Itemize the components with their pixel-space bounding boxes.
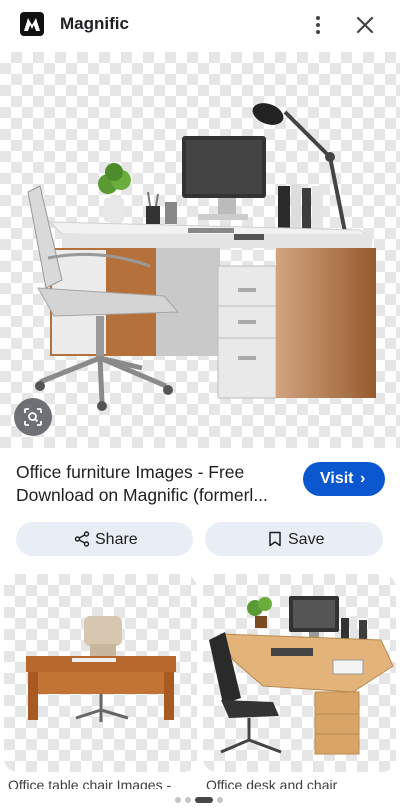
save-label: Save [288, 531, 325, 548]
office-desk-chair-thumbnail [209, 596, 394, 755]
page-dot [185, 797, 191, 803]
share-label: Share [95, 531, 138, 548]
page-dot-active [195, 797, 213, 803]
lens-search-icon [24, 408, 42, 426]
visit-label: Visit [320, 470, 354, 487]
related-result-card[interactable] [203, 574, 396, 772]
office-table-chair-thumbnail [26, 616, 176, 722]
magnific-logo [20, 12, 44, 36]
share-icon [74, 531, 90, 547]
page-indicator [0, 797, 400, 805]
site-name: Magnific [60, 14, 129, 33]
related-result-caption[interactable]: Office desk and chair [206, 777, 394, 789]
top-bar: Magnific [0, 0, 400, 50]
more-vert-icon [316, 16, 320, 20]
more-vert-dot [316, 30, 320, 34]
related-result-caption[interactable]: Office table chair Images - [8, 777, 196, 789]
visual-search-button[interactable] [14, 398, 52, 436]
office-desk-illustration [27, 103, 376, 411]
chevron-right-icon: › [360, 470, 366, 487]
save-button[interactable]: Save [205, 522, 383, 556]
more-vert-dot [316, 23, 320, 27]
related-result-card[interactable] [4, 574, 197, 772]
close-icon [356, 16, 374, 34]
result-title[interactable]: Office furniture Images - Free Download … [16, 461, 294, 507]
bookmark-icon [269, 531, 281, 547]
main-image[interactable] [0, 52, 400, 448]
share-button[interactable]: Share [16, 522, 193, 556]
page-dot [217, 797, 223, 803]
page-dot [175, 797, 181, 803]
more-options-button[interactable] [306, 12, 330, 38]
close-button[interactable] [352, 12, 378, 38]
visit-button[interactable]: Visit › [303, 462, 385, 496]
